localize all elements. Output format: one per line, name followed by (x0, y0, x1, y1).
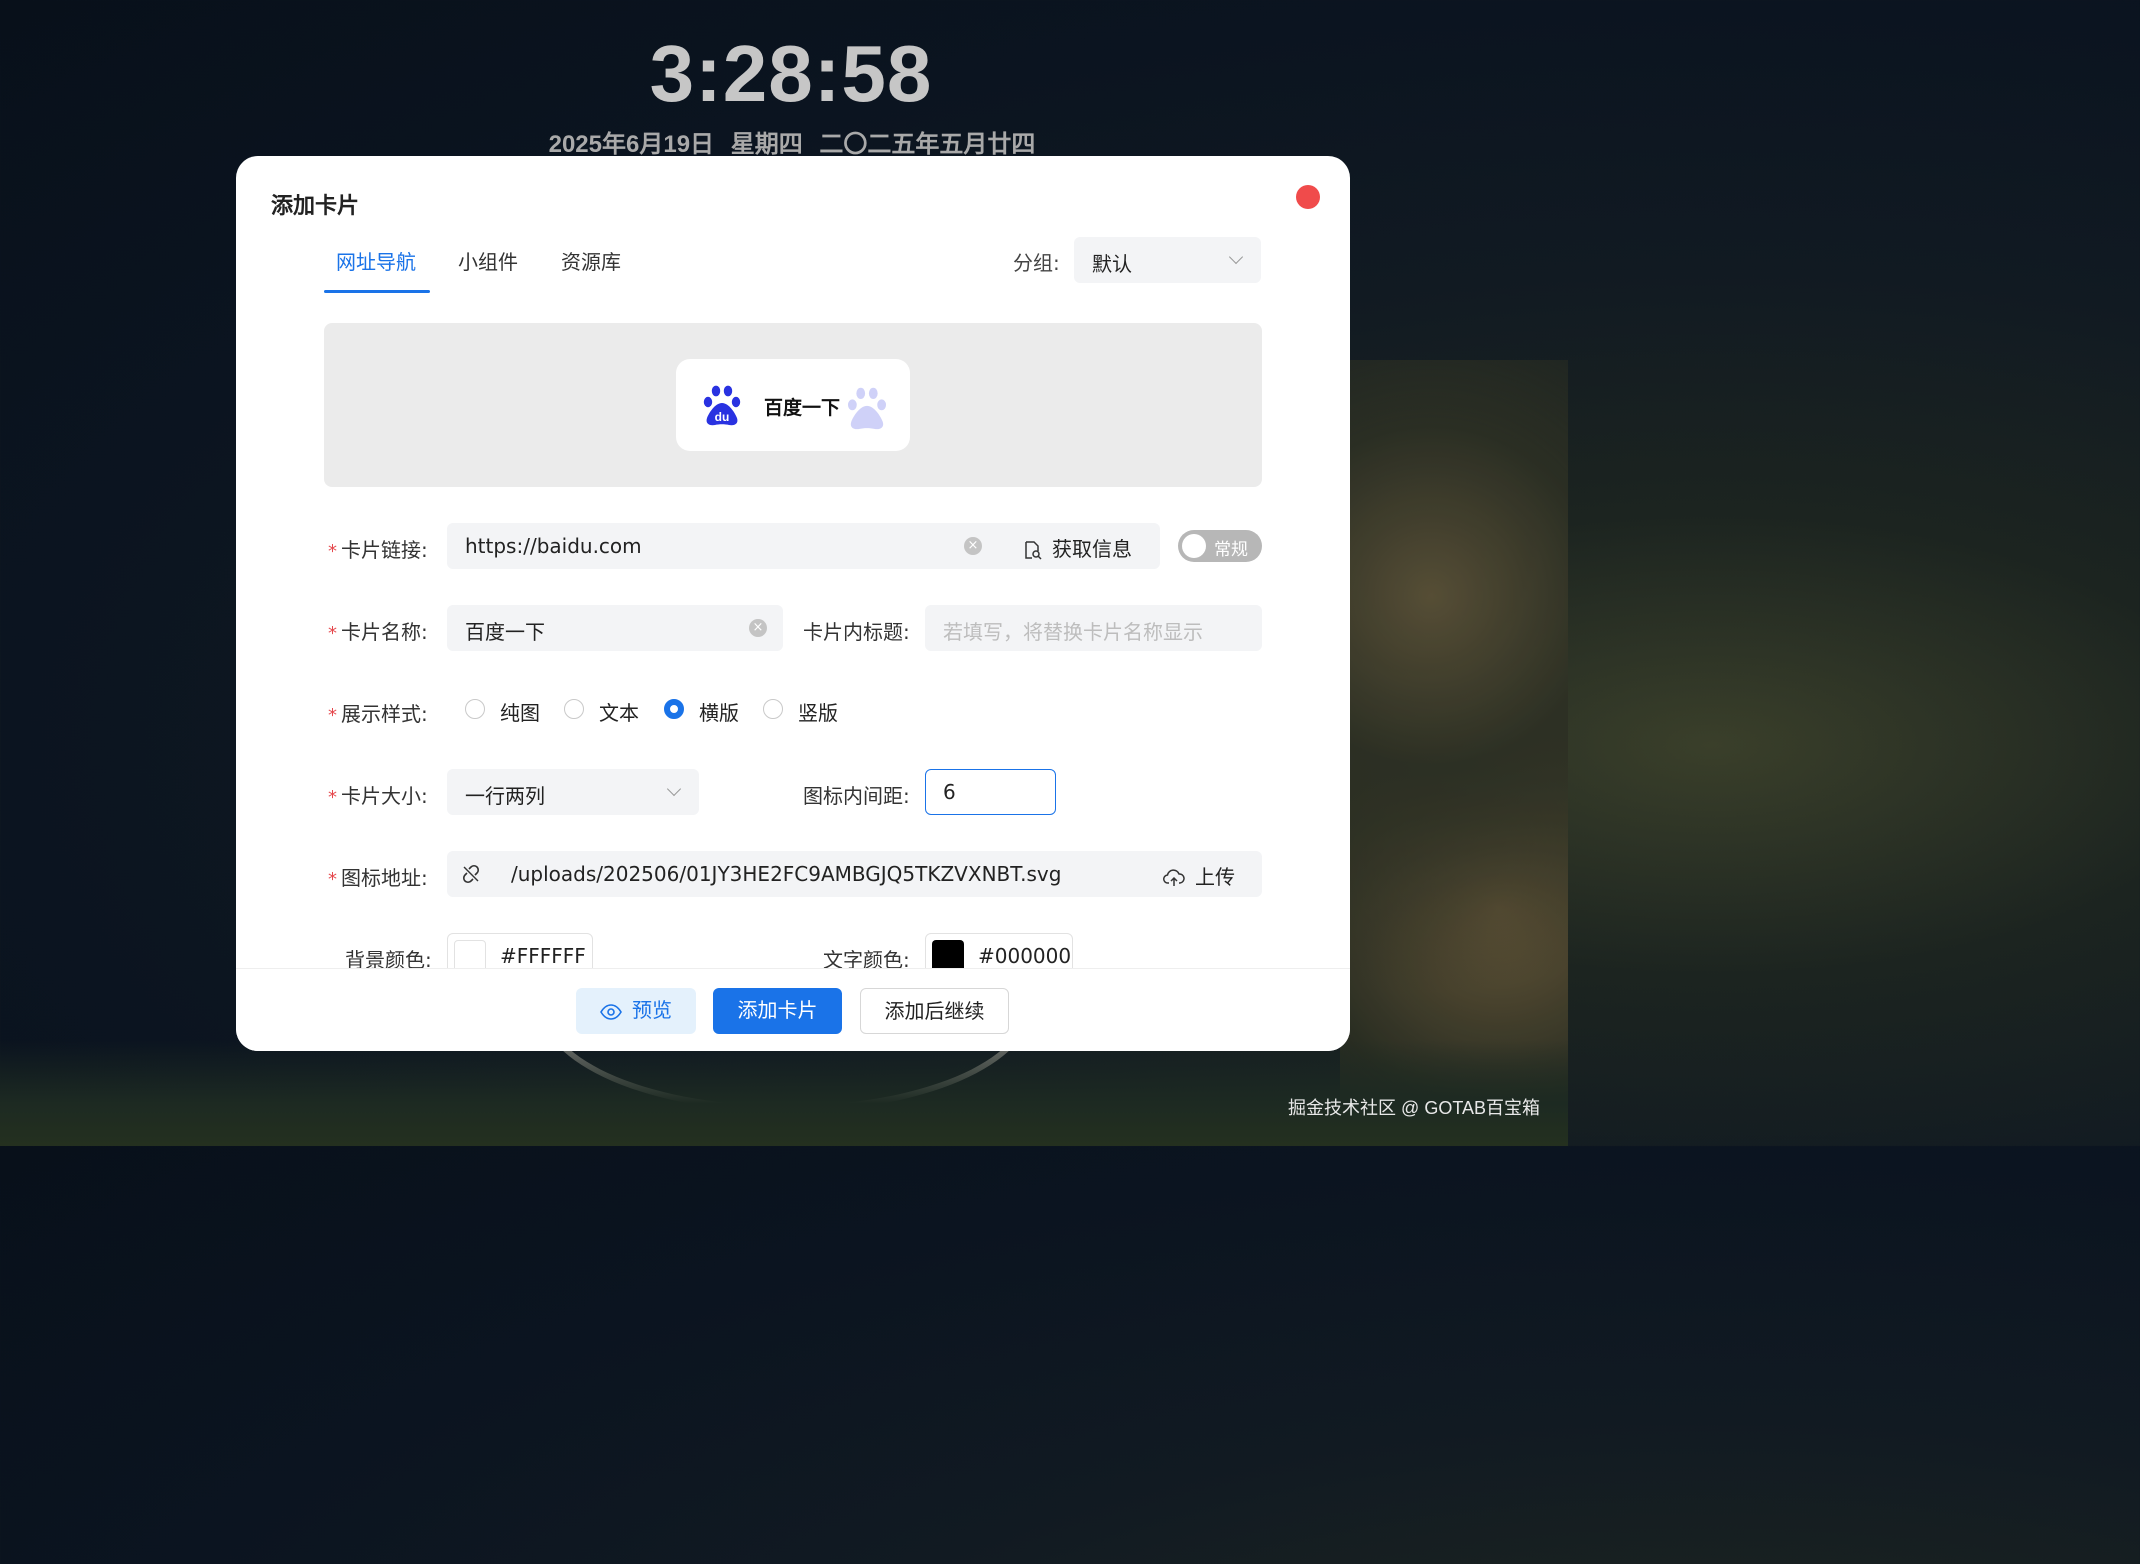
card-preview-area: du 百度一下 (324, 323, 1262, 487)
baidu-paw-icon: du (703, 385, 741, 426)
unlink-icon[interactable] (461, 864, 481, 884)
preview-card[interactable]: du 百度一下 (676, 359, 910, 451)
icon-url-value: /uploads/202506/01JY3HE2FC9AMBGJQ5TKZVXN… (511, 862, 1062, 886)
dialog-title: 添加卡片 (271, 194, 360, 219)
group-select[interactable]: 默认 (1074, 237, 1261, 283)
text-color-value: #000000 (978, 944, 1072, 968)
toggle-label: 常规 (1214, 540, 1248, 560)
cloud-upload-icon (1163, 869, 1185, 886)
tab-resource-library[interactable]: 资源库 (561, 246, 621, 275)
icon-padding-value: 6 (943, 780, 956, 804)
card-subtitle-placeholder: 若填写，将替换卡片名称显示 (943, 620, 1203, 644)
upload-button[interactable]: 上传 (1163, 861, 1235, 890)
mode-toggle[interactable]: 常规 (1178, 530, 1262, 562)
baidu-paw-watermark-icon (847, 387, 887, 430)
radio-circle (763, 699, 783, 719)
add-card-dialog: 添加卡片 网址导航 小组件 资源库 分组: 默认 du 百度一下 * 卡片链接:… (236, 156, 1350, 1051)
display-style-label: * 展示样式: (328, 702, 428, 726)
group-label: 分组: (1013, 251, 1060, 275)
radio-circle (465, 699, 485, 719)
document-search-icon (1025, 541, 1042, 560)
card-subtitle-label: 卡片内标题: (803, 620, 910, 644)
bg-color-value: #FFFFFF (500, 944, 586, 968)
watermark: 掘金技术社区 @ GOTAB百宝箱 (1288, 1098, 1540, 1118)
card-link-input[interactable]: https://baidu.com × 获取信息 (447, 523, 1160, 569)
icon-padding-label: 图标内间距: (803, 784, 910, 808)
preview-button[interactable]: 预览 (576, 988, 696, 1034)
card-link-value: https://baidu.com (465, 534, 642, 558)
clock-date: 2025年6月19日 星期四 二〇二五年五月廿四 (548, 131, 1036, 158)
clear-icon[interactable]: × (964, 537, 982, 555)
close-button[interactable] (1296, 185, 1320, 209)
add-card-button[interactable]: 添加卡片 (713, 988, 842, 1034)
card-subtitle-input[interactable]: 若填写，将替换卡片名称显示 (925, 605, 1262, 651)
card-size-select[interactable]: 一行两列 (447, 769, 699, 815)
icon-url-input[interactable]: /uploads/202506/01JY3HE2FC9AMBGJQ5TKZVXN… (447, 851, 1262, 897)
card-name-value: 百度一下 (465, 620, 545, 644)
eye-icon (600, 1004, 622, 1020)
card-link-label: * 卡片链接: (328, 538, 428, 562)
toggle-knob (1182, 534, 1206, 558)
radio-circle (664, 699, 684, 719)
icon-url-label: * 图标地址: (328, 866, 428, 890)
tab-widgets[interactable]: 小组件 (458, 246, 518, 275)
card-size-label: * 卡片大小: (328, 784, 428, 808)
tab-bar: 网址导航 小组件 资源库 (324, 236, 644, 294)
tab-url-nav[interactable]: 网址导航 (336, 246, 416, 275)
background-trees (0, 1040, 1568, 1146)
icon-padding-input[interactable]: 6 (925, 769, 1056, 815)
preview-card-name: 百度一下 (764, 397, 841, 419)
add-continue-button[interactable]: 添加后继续 (860, 988, 1009, 1034)
clear-icon[interactable]: × (749, 619, 767, 637)
fetch-info-button[interactable]: 获取信息 (1022, 533, 1132, 562)
active-tab-indicator (324, 290, 430, 293)
dialog-footer: 预览 添加卡片 添加后继续 (236, 968, 1350, 1051)
group-value: 默认 (1092, 252, 1132, 276)
clock-time: 3:28:58 (649, 29, 933, 118)
card-name-input[interactable]: 百度一下 × (447, 605, 783, 651)
chevron-down-icon (666, 781, 682, 797)
radio-circle (564, 699, 584, 719)
card-name-label: * 卡片名称: (328, 620, 428, 644)
card-size-value: 一行两列 (465, 784, 545, 808)
background-foliage (1340, 360, 1568, 1146)
svg-text:du: du (715, 410, 730, 424)
chevron-down-icon (1228, 249, 1244, 265)
